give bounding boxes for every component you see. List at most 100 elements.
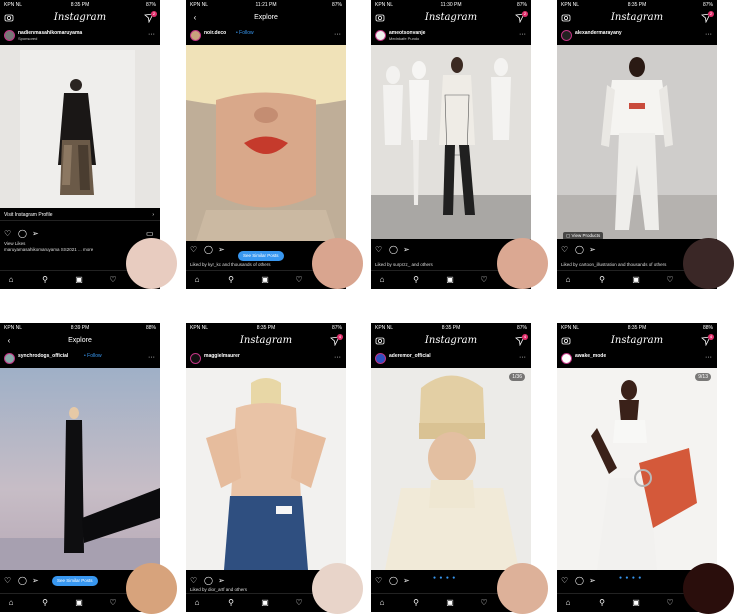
heart-icon[interactable]: ♡ (190, 575, 197, 587)
direct-message-icon[interactable]: 2 (701, 11, 714, 24)
share-icon[interactable]: ➢ (403, 575, 410, 587)
comment-icon[interactable]: ◯ (575, 244, 584, 256)
search-icon[interactable]: ⚲ (595, 597, 609, 609)
share-icon[interactable]: ➢ (32, 575, 39, 587)
direct-message-icon[interactable]: 4 (701, 334, 714, 347)
post-username[interactable]: synchrodogs_official (18, 353, 68, 359)
comment-icon[interactable]: ◯ (389, 244, 398, 256)
post-username[interactable]: alexandermarayany (575, 30, 622, 36)
comment-icon[interactable]: ◯ (575, 575, 584, 587)
post-photo[interactable] (371, 45, 531, 239)
more-options-icon[interactable]: ··· (519, 31, 526, 39)
home-icon[interactable]: ⌂ (4, 274, 18, 286)
direct-message-icon[interactable]: 2 (515, 11, 528, 24)
more-options-icon[interactable]: ··· (705, 354, 712, 362)
reels-icon[interactable]: ▣ (72, 597, 86, 609)
heart-icon[interactable]: ♡ (561, 244, 568, 256)
more-options-icon[interactable]: ··· (148, 31, 155, 39)
avatar[interactable] (4, 353, 15, 364)
heart-icon[interactable]: ♡ (4, 575, 11, 587)
share-icon[interactable]: ➢ (218, 575, 225, 587)
search-icon[interactable]: ⚲ (224, 274, 238, 286)
heart-icon[interactable]: ♡ (375, 575, 382, 587)
comment-icon[interactable]: ◯ (18, 228, 27, 240)
heart-icon[interactable]: ♡ (4, 228, 11, 240)
post-photo[interactable] (557, 45, 717, 239)
avatar[interactable] (4, 30, 15, 41)
avatar[interactable] (561, 353, 572, 364)
comment-icon[interactable]: ◯ (204, 244, 213, 256)
post-username[interactable]: maggielmaurer (204, 353, 240, 359)
home-icon[interactable]: ⌂ (561, 597, 575, 609)
search-icon[interactable]: ⚲ (38, 274, 52, 286)
activity-icon[interactable]: ♡ (292, 274, 306, 286)
reels-icon[interactable]: ▣ (258, 597, 272, 609)
activity-icon[interactable]: ♡ (663, 274, 677, 286)
reels-icon[interactable]: ▣ (629, 274, 643, 286)
home-icon[interactable]: ⌂ (4, 597, 18, 609)
more-options-icon[interactable]: ··· (519, 354, 526, 362)
comment-icon[interactable]: ◯ (204, 575, 213, 587)
post-photo[interactable] (0, 45, 160, 208)
share-icon[interactable]: ➢ (403, 244, 410, 256)
liked-by-text[interactable]: Liked by cartoon_illustration and thousa… (561, 262, 691, 268)
post-photo[interactable] (0, 368, 160, 570)
more-options-icon[interactable]: ··· (148, 354, 155, 362)
share-icon[interactable]: ➢ (589, 575, 596, 587)
activity-icon[interactable]: ♡ (106, 274, 120, 286)
avatar[interactable] (375, 30, 386, 41)
more-options-icon[interactable]: ··· (334, 31, 341, 39)
search-icon[interactable]: ⚲ (224, 597, 238, 609)
reels-icon[interactable]: ▣ (258, 274, 272, 286)
reels-icon[interactable]: ▣ (443, 597, 457, 609)
avatar[interactable] (561, 30, 572, 41)
post-username[interactable]: noir.deco (204, 30, 226, 36)
visit-profile-row[interactable]: Visit Instagram Profile › (0, 209, 160, 221)
avatar[interactable] (190, 30, 201, 41)
liked-by-text[interactable]: Liked by kyr_kc and thousands of others (190, 262, 320, 268)
avatar[interactable] (375, 353, 386, 364)
comment-icon[interactable]: ◯ (389, 575, 398, 587)
heart-icon[interactable]: ♡ (375, 244, 382, 256)
post-username[interactable]: awake_mode (575, 353, 606, 359)
search-icon[interactable]: ⚲ (38, 597, 52, 609)
home-icon[interactable]: ⌂ (190, 274, 204, 286)
share-icon[interactable]: ➢ (218, 244, 225, 256)
activity-icon[interactable]: ♡ (477, 274, 491, 286)
search-icon[interactable]: ⚲ (409, 274, 423, 286)
reels-icon[interactable]: ▣ (629, 597, 643, 609)
home-icon[interactable]: ⌂ (561, 274, 575, 286)
activity-icon[interactable]: ♡ (292, 597, 306, 609)
home-icon[interactable]: ⌂ (375, 597, 389, 609)
direct-message-icon[interactable]: 4 (330, 334, 343, 347)
search-icon[interactable]: ⚲ (409, 597, 423, 609)
direct-message-icon[interactable]: 4 (515, 334, 528, 347)
comment-icon[interactable]: ◯ (18, 575, 27, 587)
liked-by-text[interactable]: Liked by surprzz_ and others (375, 262, 505, 268)
avatar[interactable] (190, 353, 201, 364)
post-username[interactable]: aderemor_official (389, 353, 431, 359)
heart-icon[interactable]: ♡ (190, 244, 197, 256)
home-icon[interactable]: ⌂ (375, 274, 389, 286)
follow-link[interactable]: • Follow (236, 30, 254, 36)
post-photo[interactable] (371, 368, 531, 570)
follow-link[interactable]: • Follow (84, 353, 102, 359)
view-products-tag[interactable]: ▢ View Products (563, 232, 604, 240)
heart-icon[interactable]: ♡ (561, 575, 568, 587)
direct-message-icon[interactable]: 2 (144, 11, 157, 24)
activity-icon[interactable]: ♡ (663, 597, 677, 609)
more-options-icon[interactable]: ··· (705, 31, 712, 39)
more-options-icon[interactable]: ··· (334, 354, 341, 362)
activity-icon[interactable]: ♡ (106, 597, 120, 609)
carousel-counter: 1/36 (509, 373, 525, 381)
reels-icon[interactable]: ▣ (443, 274, 457, 286)
share-icon[interactable]: ➢ (589, 244, 596, 256)
home-icon[interactable]: ⌂ (190, 597, 204, 609)
share-icon[interactable]: ➢ (32, 228, 39, 240)
activity-icon[interactable]: ♡ (477, 597, 491, 609)
reels-icon[interactable]: ▣ (72, 274, 86, 286)
post-photo[interactable] (186, 45, 346, 241)
search-icon[interactable]: ⚲ (595, 274, 609, 286)
post-photo[interactable] (186, 368, 346, 570)
post-photo[interactable] (557, 368, 717, 570)
